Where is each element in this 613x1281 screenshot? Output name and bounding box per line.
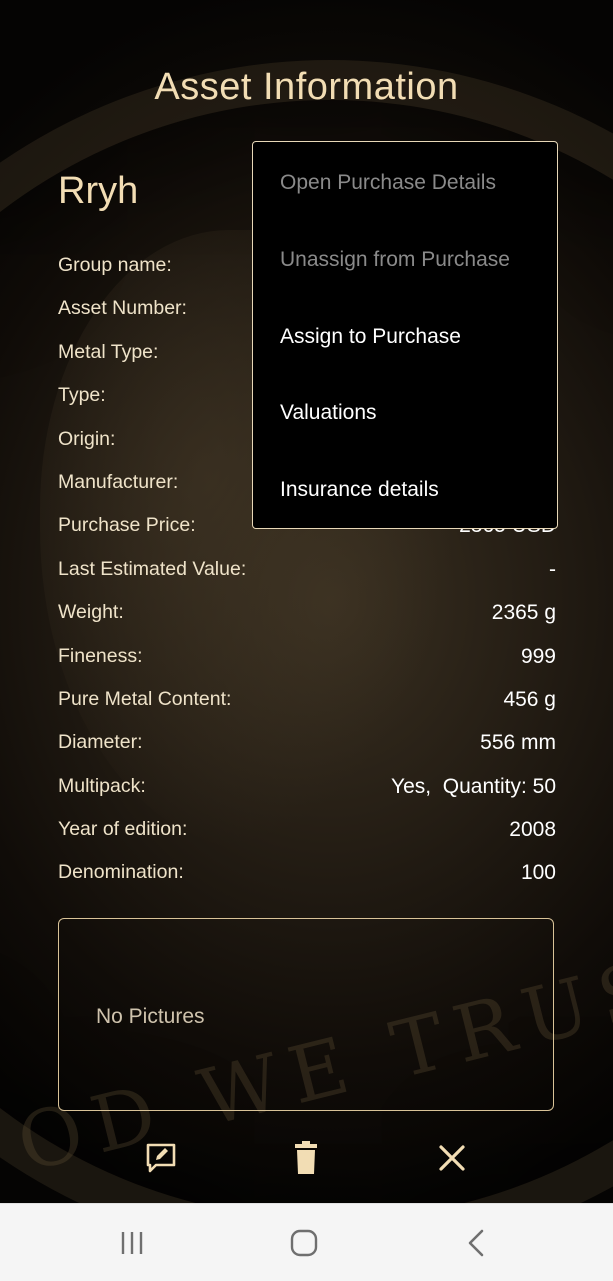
detail-value: - [549, 557, 556, 581]
detail-label: Metal Type: [58, 340, 159, 363]
detail-row-fineness: Fineness: 999 [58, 635, 556, 678]
detail-label: Purchase Price: [58, 514, 196, 537]
detail-value: 2365 g [491, 601, 556, 625]
detail-label: Group name: [58, 254, 172, 276]
back-icon [468, 1229, 484, 1257]
detail-label: Manufacturer: [58, 470, 179, 493]
overflow-menu: Open Purchase Details Unassign from Purc… [252, 141, 558, 529]
detail-row-last-estimated-value: Last Estimated Value: - [58, 548, 556, 591]
action-bar [0, 1136, 613, 1180]
detail-row-diameter: Diameter: 556 mm [58, 721, 556, 764]
detail-label: Asset Number: [58, 297, 187, 320]
edit-icon [146, 1143, 176, 1173]
detail-label: Last Estimated Value: [58, 557, 247, 580]
detail-value: 456 g [503, 687, 556, 711]
home-button[interactable] [284, 1226, 324, 1260]
system-navigation-bar [0, 1203, 613, 1281]
close-button[interactable] [430, 1136, 474, 1180]
detail-label: Type: [58, 384, 106, 407]
detail-label: Fineness: [58, 644, 143, 667]
recents-button[interactable] [112, 1226, 152, 1260]
detail-value: 999 [520, 644, 556, 668]
recents-icon [121, 1232, 143, 1254]
detail-label: Multipack: [58, 774, 146, 797]
back-button[interactable] [456, 1226, 496, 1260]
menu-item-valuations[interactable]: Valuations [280, 401, 377, 425]
detail-label: Pure Metal Content: [58, 687, 232, 710]
menu-item-unassign-from-purchase[interactable]: Unassign from Purchase [280, 248, 510, 272]
detail-row-denomination: Denomination: 100 [58, 851, 556, 894]
home-icon [290, 1229, 318, 1257]
detail-label: Origin: [58, 427, 116, 450]
detail-row-weight: Weight: 2365 g [58, 591, 556, 634]
delete-button[interactable] [284, 1136, 328, 1180]
trash-icon [295, 1141, 317, 1174]
detail-value: Yes, Quantity: 50 [391, 774, 556, 798]
asset-name: Rryh [58, 170, 139, 212]
detail-label: Denomination: [58, 861, 184, 884]
close-icon [439, 1145, 465, 1171]
detail-row-year-of-edition: Year of edition: 2008 [58, 808, 556, 851]
edit-button[interactable] [139, 1136, 183, 1180]
detail-label: Year of edition: [58, 818, 188, 841]
detail-value: 556 mm [480, 731, 556, 755]
menu-item-assign-to-purchase[interactable]: Assign to Purchase [280, 325, 461, 349]
detail-label: Weight: [58, 601, 124, 624]
asset-information-screen: OD WE TRUST Asset Information Rryh Group… [0, 0, 613, 1203]
page-title: Asset Information [154, 66, 459, 108]
detail-row-multipack: Multipack: Yes, Quantity: 50 [58, 765, 556, 808]
detail-value: 2008 [509, 818, 556, 842]
detail-label: Diameter: [58, 731, 143, 754]
menu-item-open-purchase-details[interactable]: Open Purchase Details [280, 171, 496, 195]
menu-item-insurance-details[interactable]: Insurance details [280, 478, 439, 502]
no-pictures-text: No Pictures [96, 1005, 205, 1028]
pictures-gallery[interactable]: No Pictures [58, 918, 554, 1111]
detail-row-pure-metal-content: Pure Metal Content: 456 g [58, 678, 556, 721]
detail-value: 100 [520, 861, 556, 885]
